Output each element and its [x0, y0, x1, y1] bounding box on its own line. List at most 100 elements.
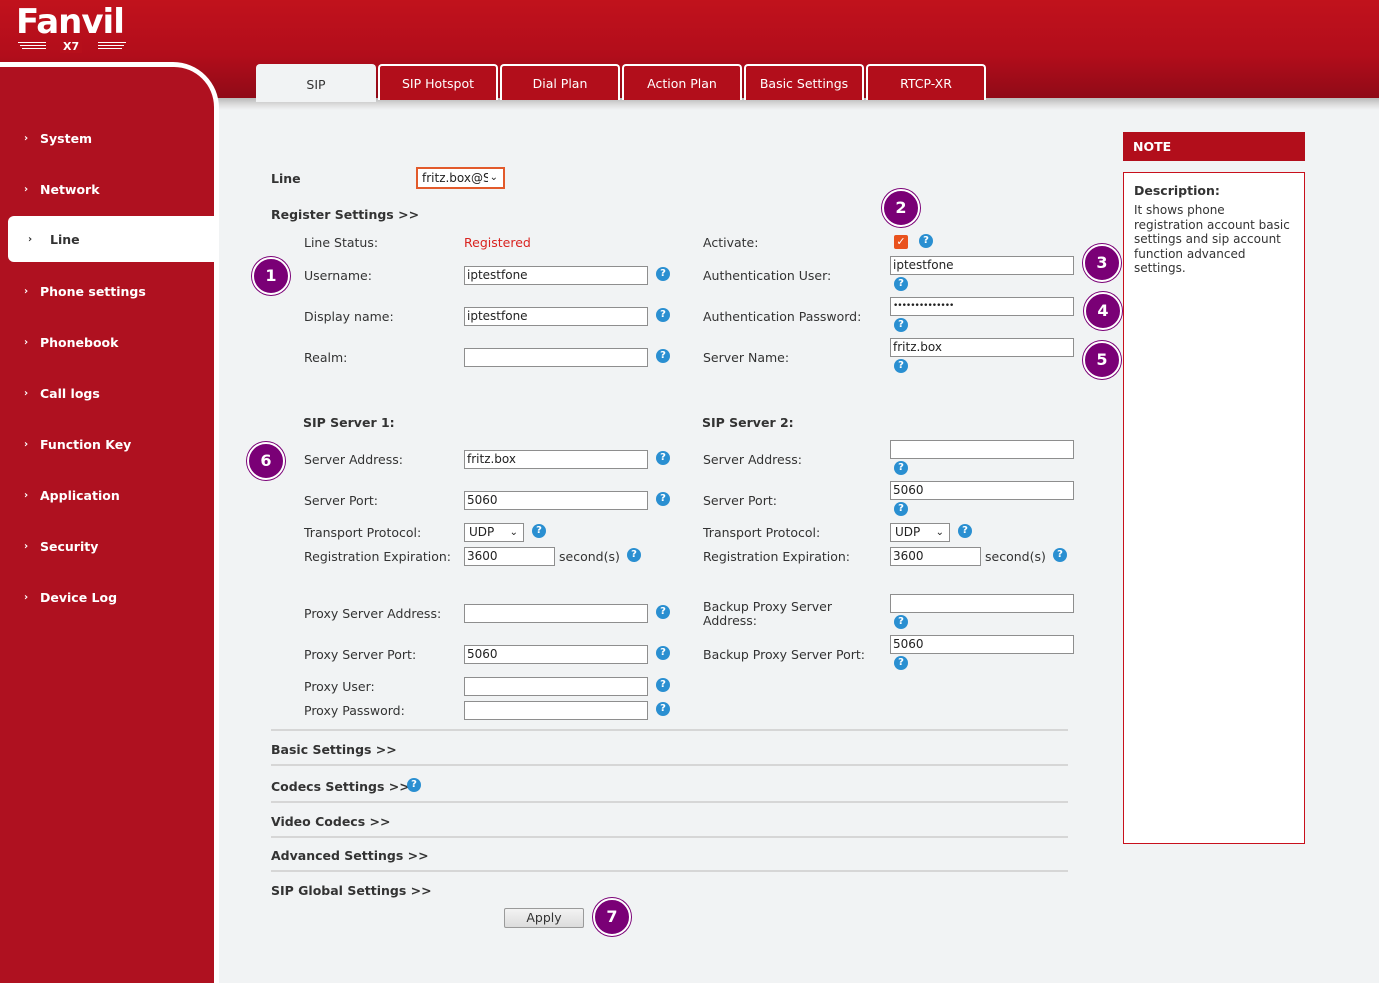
help-icon[interactable]: ?	[656, 646, 670, 660]
help-icon[interactable]: ?	[656, 605, 670, 619]
sip1-transport-select[interactable]: UDP ⌄	[464, 523, 524, 542]
auth-user-input[interactable]: iptestfone	[890, 256, 1074, 275]
sidebar-item-device-log[interactable]: › Device Log	[0, 574, 214, 620]
proxy-address-input[interactable]	[464, 604, 648, 623]
sidebar-item-call-logs[interactable]: › Call logs	[0, 370, 214, 416]
realm-input[interactable]	[464, 348, 648, 367]
line-select[interactable]: fritz.box@S ⌄	[416, 167, 505, 189]
help-icon[interactable]: ?	[1053, 548, 1067, 562]
sidebar-item-label: Device Log	[40, 589, 118, 605]
proxy-password-input[interactable]	[464, 701, 648, 720]
help-icon[interactable]: ?	[407, 778, 421, 792]
callout-badge-7: 7	[593, 898, 631, 936]
help-icon[interactable]: ?	[919, 234, 933, 248]
register-settings-heading[interactable]: Register Settings >>	[271, 207, 419, 222]
line-status-value: Registered	[464, 235, 531, 250]
tab-action-plan[interactable]: Action Plan	[622, 64, 742, 100]
sip1-expiration-input[interactable]: 3600	[464, 547, 555, 566]
tab-sip-hotspot[interactable]: SIP Hotspot	[378, 64, 498, 100]
note-description: It shows phone registration account basi…	[1134, 203, 1290, 275]
sidebar-item-application[interactable]: › Application	[0, 472, 214, 518]
help-icon[interactable]: ?	[627, 548, 641, 562]
backup-proxy-address-label-2: Address:	[703, 613, 757, 628]
activate-label: Activate:	[703, 235, 759, 250]
help-icon[interactable]: ?	[656, 678, 670, 692]
sip1-expiration-unit: second(s)	[559, 549, 620, 564]
backup-proxy-port-label: Backup Proxy Server Port:	[703, 647, 865, 662]
backup-proxy-address-input[interactable]	[890, 594, 1074, 613]
backup-proxy-port-input[interactable]: 5060	[890, 635, 1074, 654]
help-icon[interactable]: ?	[894, 359, 908, 373]
help-icon[interactable]: ?	[894, 656, 908, 670]
help-icon[interactable]: ?	[532, 524, 546, 538]
sidebar-item-phonebook[interactable]: › Phonebook	[0, 319, 214, 365]
tab-rtcp-xr[interactable]: RTCP-XR	[866, 64, 986, 100]
help-icon[interactable]: ?	[656, 349, 670, 363]
sidebar-item-label: Security	[40, 538, 99, 554]
help-icon[interactable]: ?	[656, 267, 670, 281]
sidebar-item-function-key[interactable]: › Function Key	[0, 421, 214, 467]
proxy-port-input[interactable]: 5060	[464, 645, 648, 664]
chevron-down-icon: ⌄	[935, 527, 944, 538]
sidebar-item-label: Phone settings	[40, 283, 146, 299]
activate-checkbox[interactable]: ✓	[894, 235, 908, 249]
sip2-address-input[interactable]	[890, 440, 1074, 459]
help-icon[interactable]: ?	[656, 451, 670, 465]
chevron-right-icon: ›	[24, 387, 29, 399]
sidebar-item-network[interactable]: › Network	[0, 166, 214, 212]
advanced-settings-section[interactable]: Advanced Settings >>	[271, 848, 429, 863]
callout-badge-3: 3	[1083, 244, 1121, 282]
tab-dial-plan[interactable]: Dial Plan	[500, 64, 620, 100]
fanvil-logo: Fanvil X7	[16, 2, 136, 54]
sidebar-item-system[interactable]: › System	[0, 115, 214, 161]
tab-basic-settings[interactable]: Basic Settings	[744, 64, 864, 100]
sip2-transport-select[interactable]: UDP ⌄	[890, 523, 950, 542]
server-name-label: Server Name:	[703, 350, 790, 365]
auth-password-input[interactable]: ••••••••••••••	[890, 297, 1074, 316]
chevron-right-icon: ›	[24, 183, 29, 195]
apply-button[interactable]: Apply	[504, 908, 584, 928]
sidebar-item-security[interactable]: › Security	[0, 523, 214, 569]
help-icon[interactable]: ?	[894, 277, 908, 291]
proxy-port-label: Proxy Server Port:	[304, 647, 417, 662]
sidebar-item-label: System	[40, 130, 93, 146]
sidebar-item-label: Application	[40, 487, 120, 503]
help-icon[interactable]: ?	[958, 524, 972, 538]
help-icon[interactable]: ?	[894, 318, 908, 332]
codecs-settings-section[interactable]: Codecs Settings >>	[271, 779, 410, 794]
username-label: Username:	[304, 268, 372, 283]
sip1-address-input[interactable]: fritz.box	[464, 450, 648, 469]
chevron-down-icon: ⌄	[487, 169, 498, 187]
help-icon[interactable]: ?	[656, 492, 670, 506]
proxy-user-label: Proxy User:	[304, 679, 375, 694]
sidebar-item-phone-settings[interactable]: › Phone settings	[0, 268, 214, 314]
section-divider	[271, 801, 1068, 803]
chevron-right-icon: ›	[24, 132, 29, 144]
sip1-port-input[interactable]: 5060	[464, 491, 648, 510]
sidebar-item-line[interactable]: › Line	[8, 216, 214, 262]
video-codecs-section[interactable]: Video Codecs >>	[271, 814, 390, 829]
username-input[interactable]: iptestfone	[464, 266, 648, 285]
sip2-address-label: Server Address:	[703, 452, 802, 467]
sip1-address-label: Server Address:	[304, 452, 403, 467]
sip2-expiration-input[interactable]: 3600	[890, 547, 981, 566]
help-icon[interactable]: ?	[894, 502, 908, 516]
sip2-expiration-unit: second(s)	[985, 549, 1046, 564]
chevron-right-icon: ›	[24, 336, 29, 348]
chevron-right-icon: ›	[24, 489, 29, 501]
proxy-user-input[interactable]	[464, 677, 648, 696]
sidebar-item-label: Phonebook	[40, 334, 119, 350]
sip2-port-input[interactable]: 5060	[890, 481, 1074, 500]
sip1-expiration-label: Registration Expiration:	[304, 549, 452, 564]
sip-global-settings-section[interactable]: SIP Global Settings >>	[271, 883, 432, 898]
help-icon[interactable]: ?	[656, 308, 670, 322]
help-icon[interactable]: ?	[894, 615, 908, 629]
display-name-input[interactable]: iptestfone	[464, 307, 648, 326]
note-title: Description:	[1134, 183, 1220, 198]
server-name-input[interactable]: fritz.box	[890, 338, 1074, 357]
basic-settings-section[interactable]: Basic Settings >>	[271, 742, 397, 757]
help-icon[interactable]: ?	[656, 702, 670, 716]
help-icon[interactable]: ?	[894, 461, 908, 475]
sidebar-item-label: Function Key	[40, 436, 132, 452]
tab-sip[interactable]: SIP	[256, 64, 376, 102]
